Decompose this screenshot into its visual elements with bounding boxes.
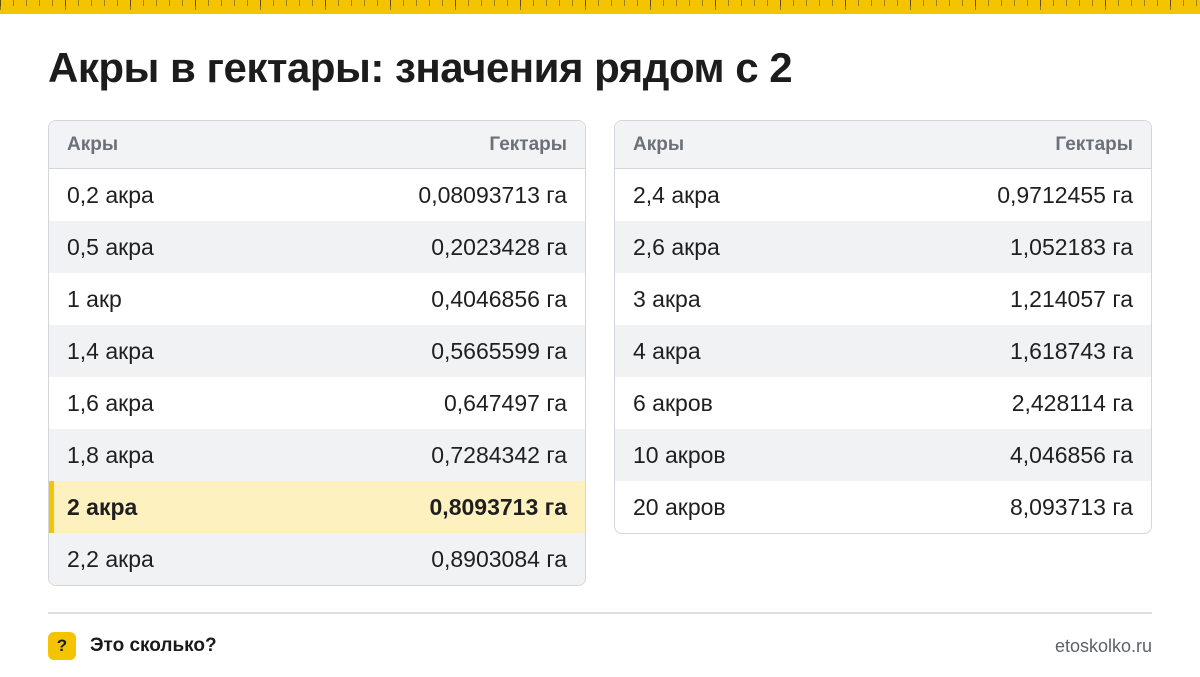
cell-hectares: 0,8903084 га: [431, 545, 567, 572]
cell-acres: 2,2 акра: [67, 545, 154, 572]
cell-acres: 1,6 акра: [67, 389, 154, 416]
table-row: 1,6 акра 0,647497 га: [49, 377, 585, 429]
cell-acres: 2,4 акра: [633, 181, 720, 208]
table-row: 1 акр 0,4046856 га: [49, 273, 585, 325]
site-url: etoskolko.ru: [1054, 636, 1152, 656]
footer-divider: [48, 612, 1152, 614]
table-row: 4 акра 1,618743 га: [615, 325, 1151, 377]
cell-hectares: 0,4046856 га: [431, 285, 567, 312]
cell-acres: 4 акра: [633, 337, 701, 364]
table-row: 1,8 акра 0,7284342 га: [49, 429, 585, 481]
table-row: 2,4 акра 0,9712455 га: [615, 169, 1151, 221]
cell-hectares: 1,618743 га: [1010, 337, 1133, 364]
table-row: 0,5 акра 0,2023428 га: [49, 221, 585, 273]
cell-hectares: 1,052183 га: [1010, 233, 1133, 260]
cell-hectares: 0,5665599 га: [431, 337, 567, 364]
table-row: 0,2 акра 0,08093713 га: [49, 169, 585, 221]
footer-brand: ? Это сколько?: [48, 632, 217, 660]
cell-hectares: 0,9712455 га: [997, 181, 1133, 208]
conversion-table-right: Акры Гектары 2,4 акра 0,9712455 га 2,6 а…: [614, 120, 1152, 534]
cell-hectares: 0,647497 га: [444, 389, 567, 416]
cell-acres: 2 акра: [67, 493, 138, 520]
table-header: Акры Гектары: [615, 121, 1151, 169]
table-header: Акры Гектары: [49, 121, 585, 169]
cell-acres: 6 акров: [633, 389, 713, 416]
question-icon: ?: [48, 632, 76, 660]
table-row: 6 акров 2,428114 га: [615, 377, 1151, 429]
cell-hectares: 4,046856 га: [1010, 441, 1133, 468]
page-title: Акры в гектары: значения рядом с 2: [48, 44, 793, 91]
table-row: 2,2 акра 0,8903084 га: [49, 533, 585, 585]
table-body: 0,2 акра 0,08093713 га 0,5 акра 0,202342…: [49, 169, 585, 585]
table-row-highlighted: 2 акра 0,8093713 га: [49, 481, 585, 533]
cell-acres: 20 акров: [633, 493, 726, 520]
table-row: 10 акров 4,046856 га: [615, 429, 1151, 481]
cell-acres: 0,5 акра: [67, 233, 154, 260]
conversion-table-left: Акры Гектары 0,2 акра 0,08093713 га 0,5 …: [48, 120, 586, 586]
cell-acres: 0,2 акра: [67, 181, 154, 208]
column-header-acres: Акры: [67, 133, 119, 155]
cell-acres: 10 акров: [633, 441, 726, 468]
table-row: 20 акров 8,093713 га: [615, 481, 1151, 533]
cell-acres: 3 акра: [633, 285, 701, 312]
table-body: 2,4 акра 0,9712455 га 2,6 акра 1,052183 …: [615, 169, 1151, 533]
table-row: 1,4 акра 0,5665599 га: [49, 325, 585, 377]
column-header-hectares: Гектары: [1055, 133, 1133, 155]
cell-hectares: 8,093713 га: [1010, 493, 1133, 520]
cell-acres: 1 акр: [67, 285, 122, 312]
cell-hectares: 1,214057 га: [1010, 285, 1133, 312]
cell-acres: 1,4 акра: [67, 337, 154, 364]
cell-acres: 2,6 акра: [633, 233, 720, 260]
brand-name: Это сколько?: [90, 635, 217, 656]
column-header-acres: Акры: [633, 133, 685, 155]
cell-hectares: 0,8093713 га: [429, 493, 567, 520]
table-row: 2,6 акра 1,052183 га: [615, 221, 1151, 273]
cell-hectares: 0,08093713 га: [418, 181, 567, 208]
cell-acres: 1,8 акра: [67, 441, 154, 468]
table-row: 3 акра 1,214057 га: [615, 273, 1151, 325]
cell-hectares: 2,428114 га: [1011, 389, 1133, 416]
cell-hectares: 0,2023428 га: [431, 233, 567, 260]
column-header-hectares: Гектары: [489, 133, 567, 155]
top-ruler-decoration: [0, 0, 1200, 14]
cell-hectares: 0,7284342 га: [431, 441, 567, 468]
